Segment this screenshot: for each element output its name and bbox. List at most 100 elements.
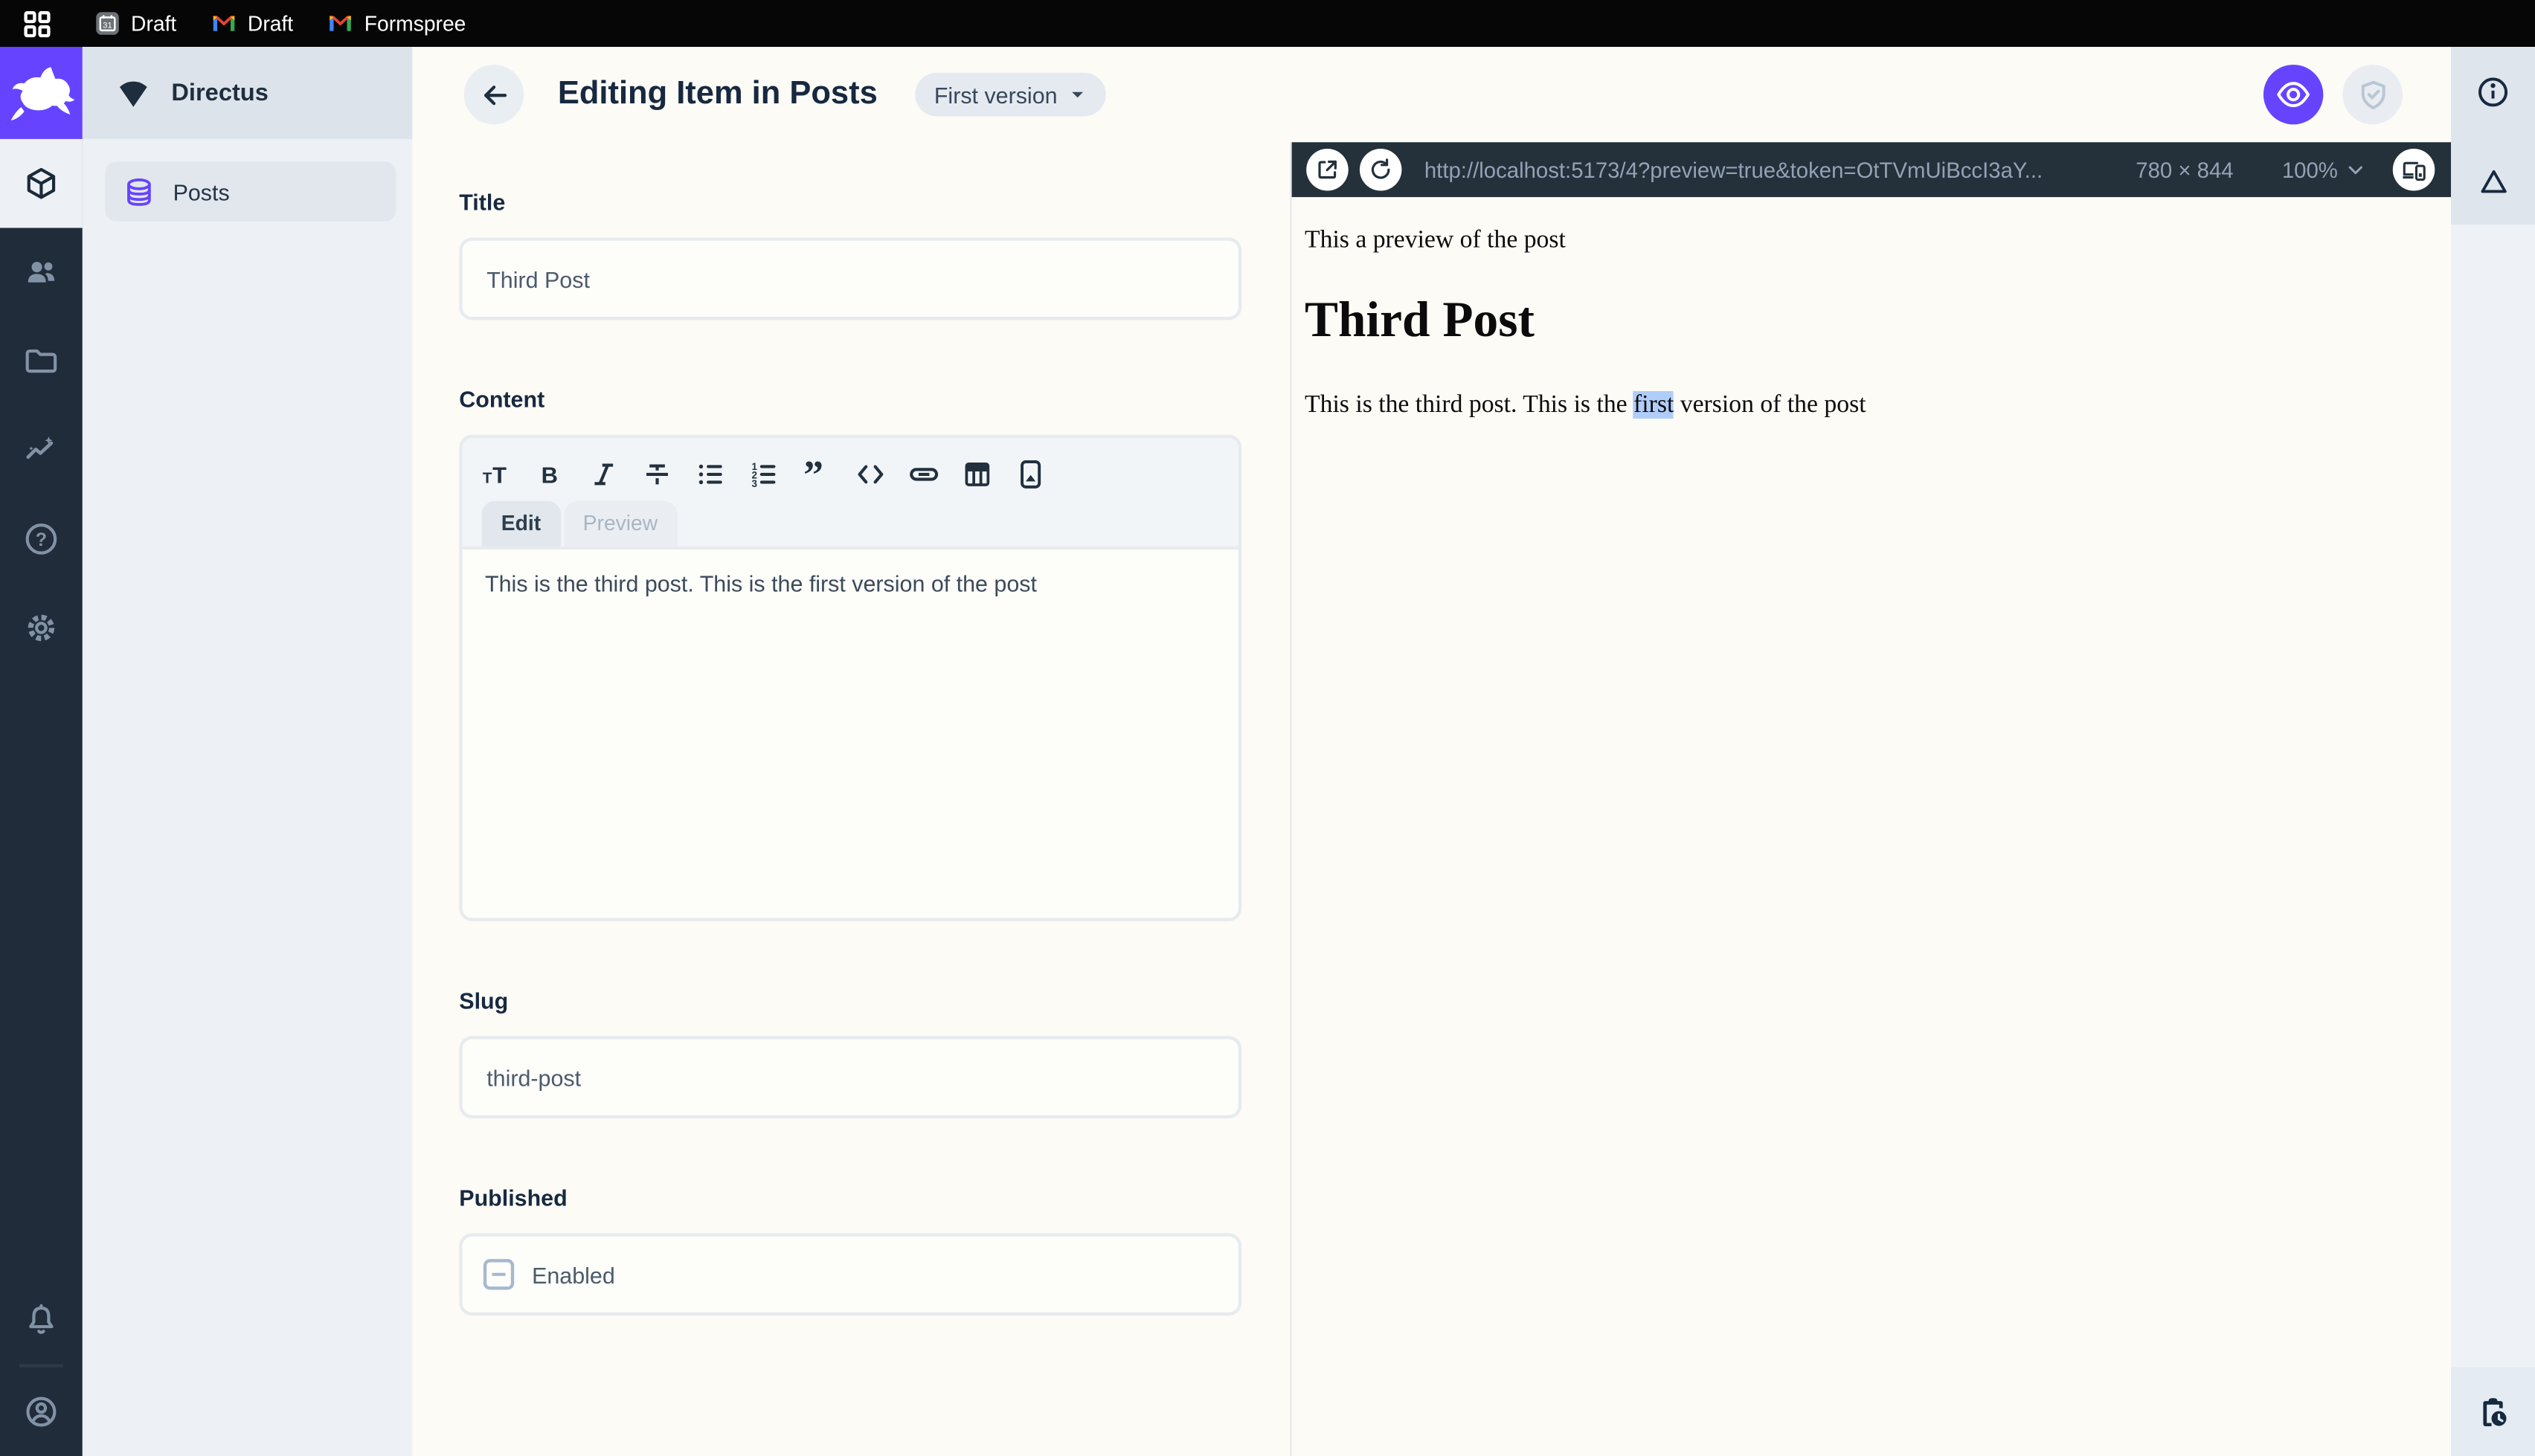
blockquote-icon[interactable]: ”	[802, 459, 832, 489]
arrow-left-icon	[476, 77, 512, 112]
triangle-icon[interactable]	[2476, 165, 2510, 199]
field-label: Title	[459, 189, 506, 216]
project-header[interactable]: Directus	[82, 47, 413, 139]
nav-panel: Directus Posts	[82, 47, 413, 1456]
editor-toolbar-area: TT B 123 ” Edit Preview	[462, 438, 1238, 547]
preview-intro-text: This a preview of the post	[1305, 226, 1566, 254]
screen: 31 Draft Draft Formspree ? Directus Post…	[0, 0, 2535, 1456]
item-edit-form: Title Content TT B	[412, 142, 1290, 1456]
module-insights[interactable]	[0, 406, 83, 495]
gmail-icon	[212, 11, 237, 36]
refresh-button[interactable]	[1359, 148, 1402, 191]
preview-zoom-value: 100%	[2281, 157, 2338, 182]
live-preview-button[interactable]	[2263, 64, 2324, 125]
preview-post-title: Third Post	[1305, 291, 1535, 348]
tab-edit[interactable]: Edit	[481, 500, 561, 547]
published-toggle-box: Enabled	[459, 1233, 1242, 1316]
device-size-button[interactable]	[2392, 148, 2435, 191]
module-content[interactable]	[0, 138, 83, 228]
version-selector[interactable]: First version	[914, 72, 1106, 117]
module-users[interactable]	[0, 228, 83, 317]
user-menu-button[interactable]	[0, 1368, 83, 1456]
module-files[interactable]	[0, 317, 83, 406]
field-published: Published Enabled	[459, 1183, 1242, 1316]
rail-bottom-section	[2451, 1367, 2535, 1456]
svg-text:?: ?	[36, 529, 47, 550]
right-sidebar-rail	[2451, 47, 2535, 1456]
title-input[interactable]	[459, 237, 1242, 320]
field-label: Published	[459, 1185, 568, 1211]
user-avatar-icon	[22, 1394, 60, 1431]
italic-icon[interactable]	[588, 459, 619, 489]
browser-tab-draft-1[interactable]: 31 Draft	[95, 11, 176, 36]
svg-text:B: B	[542, 462, 558, 488]
notifications-bell-icon	[22, 1301, 60, 1339]
field-label: Slug	[459, 988, 509, 1014]
notifications-button[interactable]	[0, 1275, 83, 1365]
field-slug: Slug	[459, 986, 1242, 1119]
editor-tabs: Edit Preview	[481, 500, 1219, 547]
image-icon[interactable]	[1015, 459, 1046, 489]
svg-text:T: T	[492, 462, 507, 488]
database-icon	[121, 174, 157, 210]
chevron-down-icon	[2345, 158, 2367, 181]
accountability-button[interactable]	[2342, 64, 2403, 125]
published-checkbox-label: Enabled	[532, 1261, 615, 1288]
strikethrough-icon[interactable]	[642, 459, 672, 489]
refresh-icon	[1368, 157, 1394, 183]
directus-logo[interactable]	[0, 47, 83, 139]
clipboard-clock-icon[interactable]	[2475, 1394, 2511, 1430]
body-text: This is the third post. This is the	[1305, 390, 1634, 419]
devices-icon	[2400, 156, 2428, 184]
field-title: Title	[459, 187, 1242, 320]
markdown-editor: TT B 123 ” Edit Preview This is the thir…	[459, 434, 1242, 921]
table-icon[interactable]	[962, 459, 992, 489]
rail-top-section	[2451, 47, 2535, 225]
numbered-list-icon[interactable]: 123	[748, 459, 779, 489]
browser-tab-draft-2[interactable]: Draft	[212, 11, 293, 36]
docs-module-icon: ?	[22, 521, 60, 558]
accountability-shield-icon	[2355, 77, 2391, 112]
bullet-list-icon[interactable]	[695, 459, 726, 489]
open-external-icon	[1314, 157, 1340, 183]
content-textarea[interactable]: This is the third post. This is the firs…	[463, 550, 1238, 918]
fan-icon	[115, 74, 152, 112]
browser-tab-formspree[interactable]: Formspree	[329, 11, 466, 36]
editor-toolbar: TT B 123 ”	[482, 453, 1219, 497]
page-header: Editing Item in Posts First version	[412, 47, 2451, 142]
live-preview-eye-icon	[2275, 76, 2312, 113]
info-icon[interactable]	[2475, 74, 2511, 110]
link-icon[interactable]	[909, 459, 939, 489]
files-module-icon	[22, 343, 60, 380]
sidebar-item-posts[interactable]: Posts	[105, 161, 396, 222]
back-button[interactable]	[463, 64, 524, 125]
preview-iframe: This a preview of the post Third Post Th…	[1291, 197, 2452, 1456]
heading-icon[interactable]: TT	[482, 459, 513, 489]
field-content: Content TT B 123 ” Edit Preview This is …	[459, 384, 1242, 921]
page-title: Editing Item in Posts	[557, 76, 878, 112]
module-settings[interactable]	[0, 584, 83, 673]
content-module-icon	[22, 165, 60, 202]
users-module-icon	[22, 254, 60, 291]
slug-input[interactable]	[459, 1036, 1242, 1119]
svg-text:31: 31	[103, 22, 112, 30]
svg-text:”: ”	[803, 459, 823, 489]
preview-zoom-select[interactable]: 100%	[2282, 158, 2367, 182]
insights-module-icon	[22, 431, 60, 468]
calendar-icon: 31	[95, 11, 120, 36]
tab-preview[interactable]: Preview	[563, 500, 678, 547]
field-label: Content	[459, 386, 545, 413]
open-external-button[interactable]	[1306, 148, 1349, 191]
browser-tab-label: Draft	[247, 11, 294, 36]
preview-url[interactable]: http://localhost:5173/4?preview=true&tok…	[1424, 158, 2124, 182]
module-docs[interactable]: ?	[0, 495, 83, 584]
published-checkbox[interactable]	[483, 1259, 515, 1290]
code-icon[interactable]	[855, 459, 886, 489]
version-label: First version	[934, 81, 1058, 108]
bold-icon[interactable]: B	[535, 459, 565, 489]
browser-tab-label: Draft	[131, 11, 177, 36]
module-bar: ?	[0, 47, 83, 1456]
body-text: version of the post	[1674, 390, 1866, 419]
live-preview-panel: http://localhost:5173/4?preview=true&tok…	[1290, 142, 2452, 1456]
grid-icon[interactable]	[21, 7, 53, 39]
